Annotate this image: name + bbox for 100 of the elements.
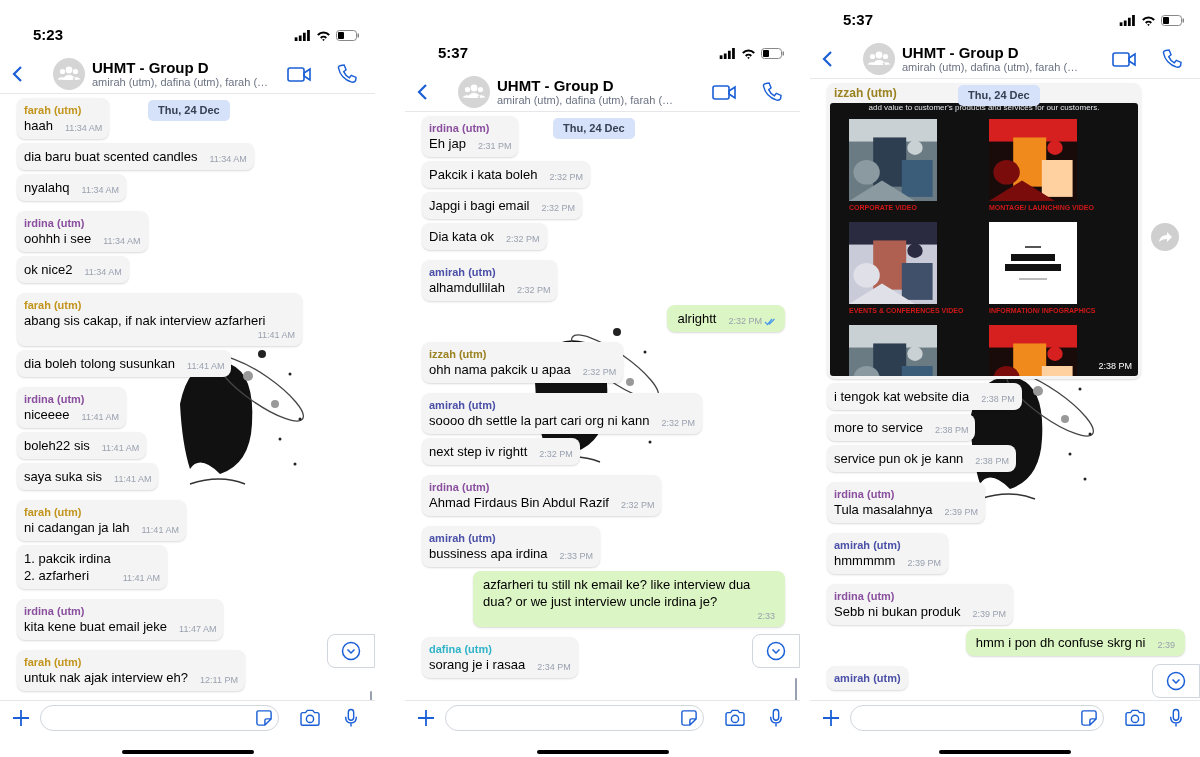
message-bubble[interactable]: farah (utm) untuk nak ajak interview eh? 12:11 PM <box>17 650 245 691</box>
message-time: 11:34 AM <box>64 122 103 134</box>
message-time: 2:32 PM <box>539 448 573 460</box>
message-time: 2:39 <box>1157 639 1175 651</box>
message-time: 2:32 PM <box>661 417 695 429</box>
message-time: 2:32 PM <box>549 171 583 183</box>
message-time: 2:34 PM <box>537 661 571 673</box>
signal-icon <box>1119 14 1136 26</box>
back-icon[interactable] <box>822 51 833 67</box>
phone-call-icon[interactable] <box>762 82 782 102</box>
message-bubble[interactable]: i tengok kat website dia 2:38 PM <box>827 383 1022 410</box>
message-time: 2:38 PM <box>981 393 1015 405</box>
message-bubble[interactable]: Pakcik i kata boleh 2:32 PM <box>422 161 590 188</box>
scroll-down-button[interactable] <box>752 634 800 668</box>
message-bubble[interactable]: boleh22 sis 11:41 AM <box>17 432 147 459</box>
message-bubble[interactable]: izzah (utm) ohh nama pakcik u apaa 2:32 PM <box>422 342 624 383</box>
back-icon[interactable] <box>12 66 23 82</box>
message-bubble[interactable]: dia boleh tolong susunkan 11:41 AM <box>17 350 232 377</box>
video-call-icon[interactable] <box>1112 50 1136 68</box>
message-bubble[interactable]: amirah (utm) soooo dh settle la part cari org ni kann 2:32 PM <box>422 393 702 434</box>
message-time: 2:38 PM <box>975 455 1009 467</box>
message-bubble[interactable]: Dia kata ok 2:32 PM <box>422 223 547 250</box>
message-bubble[interactable]: more to service 2:38 PM <box>827 414 976 441</box>
message-bubble[interactable]: alrightt 2:32 PM <box>667 305 785 332</box>
message-bubble[interactable]: farah (utm) ni cadangan ja lah 11:41 AM <box>17 500 186 541</box>
message-bubble[interactable]: irdina (utm) Eh jap 2:31 PM <box>422 116 519 157</box>
sticker-icon[interactable] <box>1081 710 1097 726</box>
message-bubble[interactable]: next step iv rightt 2:32 PM <box>422 438 580 465</box>
chat-title[interactable]: UHMT - Group D <box>902 44 1106 61</box>
scroll-down-button[interactable] <box>1152 664 1200 698</box>
message-text: ok nice2 <box>24 261 73 278</box>
phone-call-icon[interactable] <box>1162 49 1182 69</box>
message-bubble[interactable]: irdina (utm) Ahmad Firdaus Bin Abdul Razif 2:32 PM <box>422 475 662 516</box>
signal-icon <box>719 47 736 59</box>
wifi-icon <box>316 29 331 41</box>
message-bubble[interactable]: dafina (utm) sorang je i rasaa 2:34 PM <box>422 637 578 678</box>
microphone-icon[interactable] <box>1168 708 1184 728</box>
camera-icon[interactable] <box>299 709 321 727</box>
chat-title[interactable]: UHMT - Group D <box>92 59 281 76</box>
sender-name: amirah (utm) <box>429 265 496 279</box>
message-time: 11:41 AM <box>101 442 140 454</box>
message-text: 1. pakcik irdina 2. azfarheri <box>24 550 111 584</box>
message-time: 11:41 AM <box>257 329 295 341</box>
chat-title[interactable]: UHMT - Group D <box>497 77 706 94</box>
sender-name: izzah (utm) <box>833 86 898 102</box>
message-bubble[interactable]: irdina (utm) niceeee 11:41 AM <box>17 387 126 428</box>
message-bubble[interactable]: irdina (utm) Sebb ni bukan produk 2:39 PM <box>827 584 1013 625</box>
camera-icon[interactable] <box>1124 709 1146 727</box>
microphone-icon[interactable] <box>343 708 359 728</box>
message-bubble[interactable]: hmm i pon dh confuse skrg ni 2:39 <box>965 629 1185 656</box>
message-bubble[interactable]: service pun ok je kann 2:38 PM <box>827 445 1016 472</box>
message-time: 11:41 AM <box>187 360 225 372</box>
message-text: more to service <box>834 419 923 436</box>
back-icon[interactable] <box>417 84 428 100</box>
message-bubble[interactable]: dia baru buat scented candles 11:34 AM <box>17 143 254 170</box>
message-bubble[interactable]: azfarheri tu still nk email ke? like interview dua dua? or we just interview uncle irdina je? 2:33 <box>473 571 785 627</box>
message-bubble[interactable]: farah (utm) haah 11:34 AM <box>17 98 110 139</box>
camera-icon[interactable] <box>724 709 746 727</box>
message-time: 11:41 AM <box>141 524 179 536</box>
plus-icon[interactable] <box>822 709 840 727</box>
message-time: 2:31 PM <box>477 140 512 152</box>
message-bubble[interactable]: amirah (utm) alhamdullilah 2:32 PM <box>422 260 558 301</box>
chevron-down-icon <box>766 641 786 661</box>
message-bubble[interactable]: amirah (utm) bussiness apa irdina 2:33 PM <box>422 526 601 567</box>
message-time: 11:47 AM <box>179 623 217 635</box>
sender-name: irdina (utm) <box>429 480 490 494</box>
message-bubble[interactable]: amirah (utm) <box>827 666 908 690</box>
message-time: 2:38 PM <box>1098 359 1132 373</box>
status-time: 5:23 <box>33 24 64 45</box>
plus-icon[interactable] <box>417 709 435 727</box>
chevron-down-icon <box>341 641 361 661</box>
message-time: 11:41 AM <box>81 411 119 423</box>
phone-call-icon[interactable] <box>337 64 357 84</box>
message-time: 2:39 PM <box>944 506 979 518</box>
chat-members: amirah (utm), dafina (utm), farah (… <box>497 94 675 107</box>
message-text: niceeee <box>24 406 70 423</box>
scroll-down-button[interactable] <box>327 634 375 668</box>
message-time: 12:11 PM <box>200 674 238 686</box>
message-bubble[interactable]: irdina (utm) oohhh i see 11:34 AM <box>17 211 148 252</box>
message-bubble[interactable]: irdina (utm) Tula masalahnya 2:39 PM <box>827 482 986 523</box>
sticker-icon[interactable] <box>681 710 697 726</box>
message-bubble[interactable]: farah (utm) abang sis cakap, if nak interview azfarheri 11:41 AM <box>17 293 302 346</box>
message-bubble[interactable]: irdina (utm) kita kene buat email jeke 11:47 AM <box>17 599 224 640</box>
message-bubble[interactable]: Japgi i bagi email 2:32 PM <box>422 192 582 219</box>
video-call-icon[interactable] <box>712 83 736 101</box>
message-bubble[interactable]: nyalahq 11:34 AM <box>17 174 126 201</box>
message-bubble[interactable]: amirah (utm) hmmmmm 2:39 PM <box>827 533 948 574</box>
message-bubble[interactable]: saya suka sis 11:41 AM <box>17 463 159 490</box>
plus-icon[interactable] <box>12 709 30 727</box>
message-text: azfarheri tu still nk email ke? like interview dua dua? or we just interview uncle irdina je? <box>483 576 752 610</box>
video-call-icon[interactable] <box>287 65 311 83</box>
microphone-icon[interactable] <box>768 708 784 728</box>
sticker-icon[interactable] <box>256 710 272 726</box>
wifi-icon <box>741 47 756 59</box>
message-bubble[interactable]: 1. pakcik irdina 2. azfarheri 11:41 AM <box>17 545 168 589</box>
message-bubble[interactable]: ok nice2 11:34 AM <box>17 256 129 283</box>
message-text: soooo dh settle la part cari org ni kann <box>429 412 650 429</box>
sender-name: farah (utm) <box>24 103 82 117</box>
message-text: service pun ok je kann <box>834 450 964 467</box>
message-time: 11:34 AM <box>209 153 247 165</box>
